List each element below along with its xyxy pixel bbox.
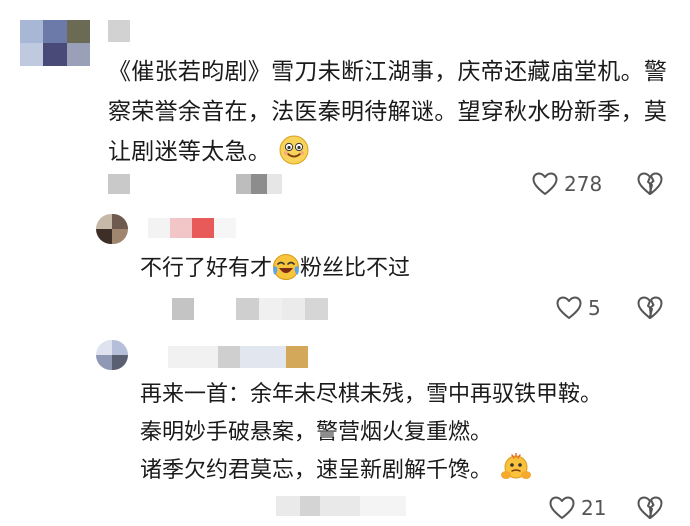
dislike-button[interactable] (637, 496, 663, 524)
reply-line: 诸季欠约君莫忘，速呈新剧解千馋。 (140, 452, 660, 496)
broken-heart-outline-icon (637, 172, 663, 195)
reply-line: 再来一首：余年未尽棋未残，雪中再驭铁甲鞍。 (140, 382, 603, 407)
comment-meta (108, 174, 130, 194)
smiling-face-emoji (279, 135, 309, 178)
heart-outline-icon (549, 496, 575, 519)
broken-heart-outline-icon (637, 496, 663, 519)
like-count: 21 (581, 496, 607, 520)
broken-heart-outline-icon (637, 296, 663, 319)
reply-body: 不行了好有才 粉丝比不过 (140, 250, 560, 294)
comment-meta (236, 298, 328, 320)
reply-body: 再来一首：余年未尽棋未残，雪中再驭铁甲鞍。 秦明妙手破悬案，警营烟火复重燃。 诸… (140, 376, 660, 496)
comment-line: 《催张若昀剧》雪刀未断江湖事，庆帝还藏庙堂机。警 (108, 59, 668, 85)
comment-thread: 《催张若昀剧》雪刀未断江湖事，庆帝还藏庙堂机。警 察荣誉余音在，法医秦明待解谜。… (0, 0, 690, 526)
comment-meta (172, 298, 194, 320)
comment-meta (276, 496, 406, 516)
comment-meta (236, 174, 282, 194)
pleading-hands-emoji (499, 452, 533, 496)
laughing-crying-emoji (272, 253, 300, 294)
dislike-button[interactable] (637, 172, 663, 200)
dislike-button[interactable] (637, 296, 663, 324)
like-button[interactable]: 21 (549, 496, 606, 520)
reply-line: 秦明妙手破悬案，警营烟火复重燃。 (140, 420, 493, 445)
heart-outline-icon (532, 172, 558, 195)
avatar[interactable] (20, 20, 90, 66)
comment-line: 察荣誉余音在，法医秦明待解谜。望穿秋水盼新季，莫 (108, 99, 668, 125)
comment-body: 《催张若昀剧》雪刀未断江湖事，庆帝还藏庙堂机。警 察荣誉余音在，法医秦明待解谜。… (108, 52, 668, 178)
like-button[interactable]: 278 (532, 172, 602, 196)
heart-outline-icon (556, 296, 582, 319)
like-count: 278 (564, 172, 603, 196)
like-button[interactable]: 5 (556, 296, 601, 320)
username[interactable] (108, 20, 130, 42)
username[interactable] (148, 218, 236, 238)
avatar[interactable] (96, 340, 128, 370)
avatar[interactable] (96, 214, 128, 244)
username[interactable] (148, 346, 308, 368)
like-count: 5 (588, 296, 601, 320)
